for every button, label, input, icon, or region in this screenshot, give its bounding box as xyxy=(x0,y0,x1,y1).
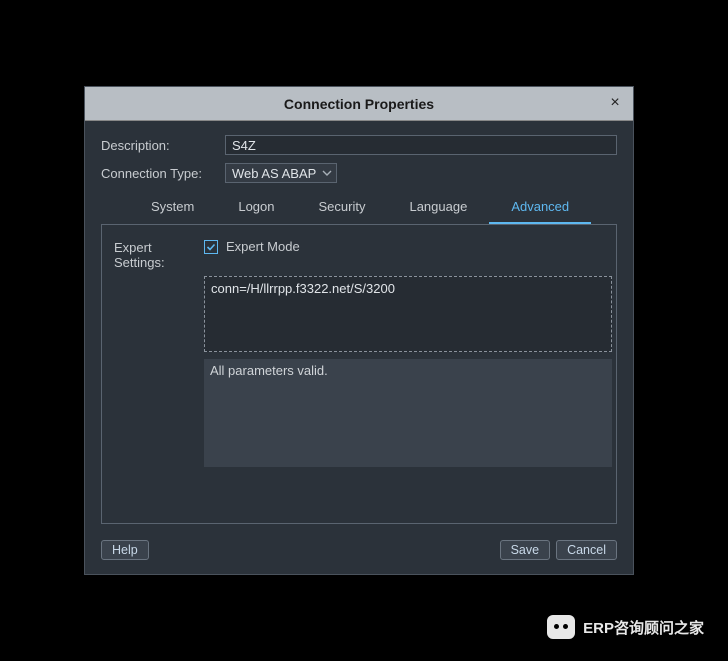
connection-type-label: Connection Type: xyxy=(101,166,221,181)
dialog-footer: Help Save Cancel xyxy=(101,530,617,560)
tab-security[interactable]: Security xyxy=(297,191,388,224)
connection-string-area: All parameters valid. xyxy=(204,276,604,467)
save-button[interactable]: Save xyxy=(500,540,551,560)
connection-string-textarea[interactable] xyxy=(204,276,612,352)
wechat-icon xyxy=(547,615,575,639)
dialog-title: Connection Properties xyxy=(284,96,434,112)
cancel-button[interactable]: Cancel xyxy=(556,540,617,560)
tab-logon[interactable]: Logon xyxy=(216,191,296,224)
close-icon: × xyxy=(610,94,619,111)
tab-advanced[interactable]: Advanced xyxy=(489,191,591,224)
connection-properties-dialog: Connection Properties × Description: Con… xyxy=(84,86,634,575)
description-row: Description: xyxy=(101,135,617,155)
validation-text: All parameters valid. xyxy=(210,363,328,378)
description-input[interactable] xyxy=(225,135,617,155)
titlebar[interactable]: Connection Properties × xyxy=(85,87,633,121)
tab-system[interactable]: System xyxy=(129,191,216,224)
expert-mode-checkbox[interactable] xyxy=(204,240,218,254)
check-icon xyxy=(206,242,216,252)
help-button[interactable]: Help xyxy=(101,540,149,560)
dialog-body: Description: Connection Type: Web AS ABA… xyxy=(85,121,633,574)
connection-type-row: Connection Type: Web AS ABAP xyxy=(101,163,617,183)
validation-output: All parameters valid. xyxy=(204,359,612,467)
watermark: ERP咨询顾问之家 xyxy=(547,615,704,639)
description-label: Description: xyxy=(101,138,221,153)
chevron-down-icon xyxy=(322,168,332,178)
expert-settings-row: Expert Settings: Expert Mode xyxy=(114,239,604,270)
connection-type-select[interactable]: Web AS ABAP xyxy=(225,163,337,183)
tab-bar: System Logon Security Language Advanced xyxy=(101,191,617,224)
tab-language[interactable]: Language xyxy=(387,191,489,224)
expert-settings-label: Expert Settings: xyxy=(114,239,200,270)
watermark-text: ERP咨询顾问之家 xyxy=(583,617,704,638)
connection-type-value: Web AS ABAP xyxy=(232,166,316,181)
advanced-panel: Expert Settings: Expert Mode All paramet… xyxy=(101,224,617,524)
expert-mode-label: Expert Mode xyxy=(226,239,300,254)
close-button[interactable]: × xyxy=(605,93,625,113)
